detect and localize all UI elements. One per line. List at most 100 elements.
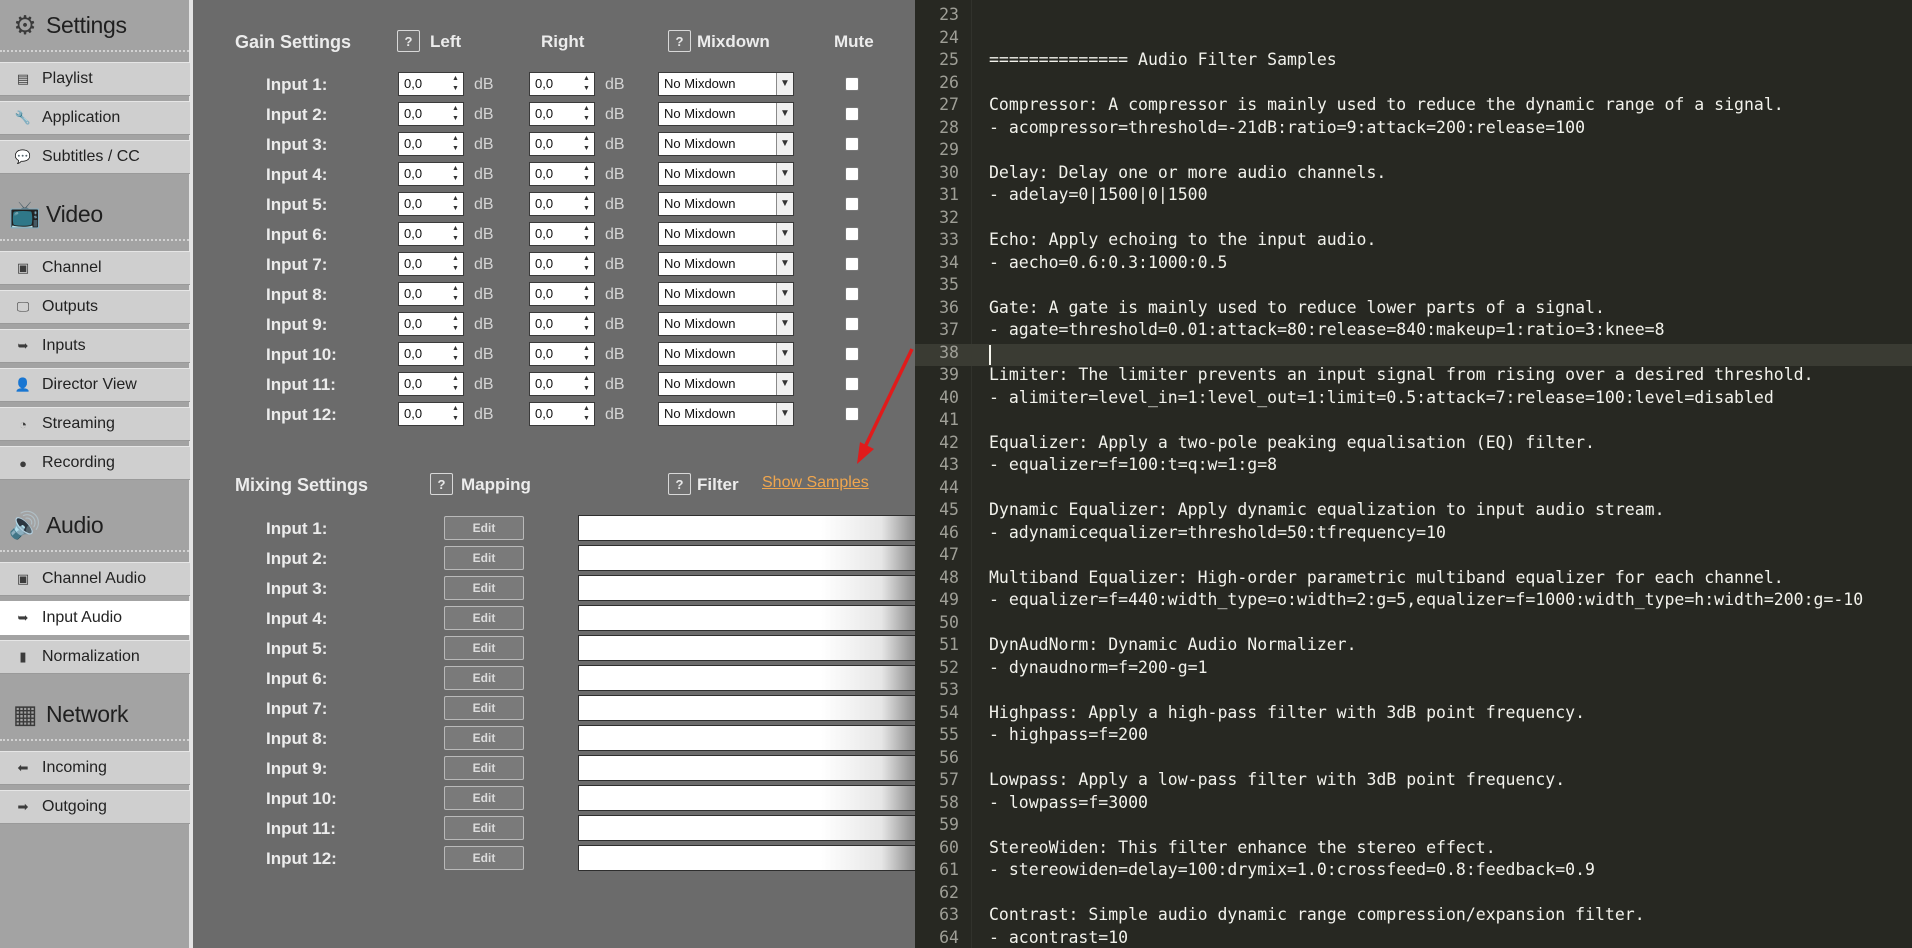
spinner-arrows-icon[interactable]: ▲ ▼ [582,194,591,214]
chevron-down-icon[interactable]: ▼ [776,193,793,215]
mixdown-select[interactable]: No Mixdown ▼ [658,192,794,216]
spinner-arrows-icon[interactable]: ▲ ▼ [451,104,460,124]
mapping-edit-button[interactable]: Edit [444,846,524,870]
sidebar-item-director-view[interactable]: 👤 Director View [0,368,190,402]
right-gain-spinner[interactable]: 0,0 ▲ ▼ [529,72,595,96]
filter-input[interactable] [578,695,915,721]
mixdown-select[interactable]: No Mixdown ▼ [658,222,794,246]
right-gain-spinner[interactable]: 0,0 ▲ ▼ [529,192,595,216]
right-gain-spinner[interactable]: 0,0 ▲ ▼ [529,102,595,126]
mute-checkbox[interactable] [845,227,859,241]
filter-input[interactable] [578,575,915,601]
mapping-edit-button[interactable]: Edit [444,636,524,660]
chevron-down-icon[interactable]: ▼ [776,223,793,245]
filter-input[interactable] [578,545,915,571]
filter-input[interactable] [578,605,915,631]
filter-input[interactable] [578,725,915,751]
right-gain-spinner[interactable]: 0,0 ▲ ▼ [529,282,595,306]
sidebar-item-subtitles-cc[interactable]: 💬 Subtitles / CC [0,140,190,174]
mixdown-select[interactable]: No Mixdown ▼ [658,342,794,366]
right-gain-spinner[interactable]: 0,0 ▲ ▼ [529,402,595,426]
right-gain-spinner[interactable]: 0,0 ▲ ▼ [529,162,595,186]
right-gain-spinner[interactable]: 0,0 ▲ ▼ [529,372,595,396]
filter-input[interactable] [578,515,915,541]
mixdown-select[interactable]: No Mixdown ▼ [658,162,794,186]
spinner-arrows-icon[interactable]: ▲ ▼ [582,314,591,334]
sidebar-item-playlist[interactable]: ▤ Playlist [0,62,190,96]
filter-input[interactable] [578,785,915,811]
mapping-edit-button[interactable]: Edit [444,756,524,780]
help-mixdown-button[interactable]: ? [668,30,691,52]
mapping-edit-button[interactable]: Edit [444,696,524,720]
spinner-arrows-icon[interactable]: ▲ ▼ [582,404,591,424]
spinner-arrows-icon[interactable]: ▲ ▼ [582,344,591,364]
sidebar-item-normalization[interactable]: ▮ Normalization [0,640,190,674]
right-gain-spinner[interactable]: 0,0 ▲ ▼ [529,222,595,246]
sidebar-item-incoming[interactable]: ⬅ Incoming [0,751,190,785]
mute-checkbox[interactable] [845,347,859,361]
chevron-down-icon[interactable]: ▼ [776,73,793,95]
left-gain-spinner[interactable]: 0,0 ▲ ▼ [398,372,464,396]
sidebar-item-channel[interactable]: ▣ Channel [0,251,190,285]
spinner-arrows-icon[interactable]: ▲ ▼ [582,134,591,154]
sidebar-item-outputs[interactable]: 🖵 Outputs [0,290,190,324]
chevron-down-icon[interactable]: ▼ [776,313,793,335]
left-gain-spinner[interactable]: 0,0 ▲ ▼ [398,162,464,186]
spinner-arrows-icon[interactable]: ▲ ▼ [582,74,591,94]
text-editor[interactable]: 23 24 25 ============== Audio Filter Sample… [915,0,1912,948]
left-gain-spinner[interactable]: 0,0 ▲ ▼ [398,402,464,426]
chevron-down-icon[interactable]: ▼ [776,253,793,275]
spinner-arrows-icon[interactable]: ▲ ▼ [582,104,591,124]
mapping-edit-button[interactable]: Edit [444,786,524,810]
mute-checkbox[interactable] [845,377,859,391]
sidebar-item-input-audio[interactable]: ➥ Input Audio [0,601,190,635]
right-gain-spinner[interactable]: 0,0 ▲ ▼ [529,312,595,336]
left-gain-spinner[interactable]: 0,0 ▲ ▼ [398,222,464,246]
show-samples-link[interactable]: Show Samples [762,474,869,492]
mapping-edit-button[interactable]: Edit [444,606,524,630]
left-gain-spinner[interactable]: 0,0 ▲ ▼ [398,192,464,216]
right-gain-spinner[interactable]: 0,0 ▲ ▼ [529,132,595,156]
spinner-arrows-icon[interactable]: ▲ ▼ [582,284,591,304]
left-gain-spinner[interactable]: 0,0 ▲ ▼ [398,312,464,336]
help-left-button[interactable]: ? [397,30,420,52]
chevron-down-icon[interactable]: ▼ [776,403,793,425]
sidebar-item-recording[interactable]: ● Recording [0,446,190,480]
mute-checkbox[interactable] [845,107,859,121]
mapping-edit-button[interactable]: Edit [444,516,524,540]
mute-checkbox[interactable] [845,407,859,421]
mixdown-select[interactable]: No Mixdown ▼ [658,72,794,96]
mute-checkbox[interactable] [845,317,859,331]
left-gain-spinner[interactable]: 0,0 ▲ ▼ [398,102,464,126]
chevron-down-icon[interactable]: ▼ [776,133,793,155]
spinner-arrows-icon[interactable]: ▲ ▼ [582,254,591,274]
spinner-arrows-icon[interactable]: ▲ ▼ [451,254,460,274]
mute-checkbox[interactable] [845,77,859,91]
help-filter-button[interactable]: ? [668,473,691,495]
mute-checkbox[interactable] [845,137,859,151]
sidebar-item-channel-audio[interactable]: ▣ Channel Audio [0,562,190,596]
spinner-arrows-icon[interactable]: ▲ ▼ [582,224,591,244]
sidebar-item-application[interactable]: 🔧 Application [0,101,190,135]
filter-input[interactable] [578,755,915,781]
mapping-edit-button[interactable]: Edit [444,546,524,570]
mute-checkbox[interactable] [845,197,859,211]
left-gain-spinner[interactable]: 0,0 ▲ ▼ [398,252,464,276]
sidebar-item-outgoing[interactable]: ➡ Outgoing [0,790,190,824]
left-gain-spinner[interactable]: 0,0 ▲ ▼ [398,132,464,156]
left-gain-spinner[interactable]: 0,0 ▲ ▼ [398,342,464,366]
spinner-arrows-icon[interactable]: ▲ ▼ [582,164,591,184]
spinner-arrows-icon[interactable]: ▲ ▼ [451,224,460,244]
mute-checkbox[interactable] [845,257,859,271]
mixdown-select[interactable]: No Mixdown ▼ [658,282,794,306]
mixdown-select[interactable]: No Mixdown ▼ [658,252,794,276]
filter-input[interactable] [578,665,915,691]
sidebar-item-inputs[interactable]: ➥ Inputs [0,329,190,363]
filter-input[interactable] [578,845,915,871]
spinner-arrows-icon[interactable]: ▲ ▼ [451,164,460,184]
spinner-arrows-icon[interactable]: ▲ ▼ [451,194,460,214]
mapping-edit-button[interactable]: Edit [444,666,524,690]
spinner-arrows-icon[interactable]: ▲ ▼ [451,284,460,304]
spinner-arrows-icon[interactable]: ▲ ▼ [451,404,460,424]
mute-checkbox[interactable] [845,287,859,301]
